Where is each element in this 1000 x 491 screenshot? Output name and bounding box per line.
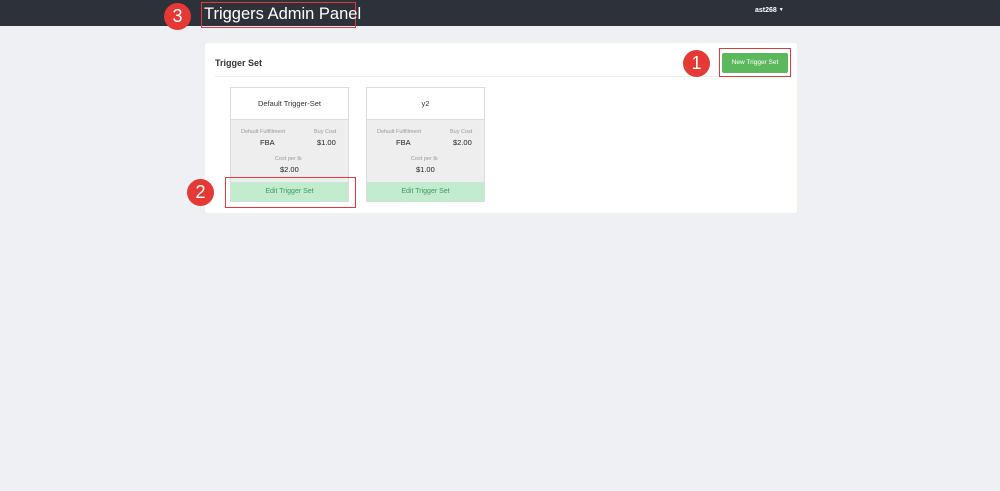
fulfillment-value: FBA (260, 138, 275, 147)
card-title: Default Trigger-Set (231, 88, 348, 120)
cost-per-lb-value: $1.00 (416, 165, 435, 174)
app-title[interactable]: Triggers Admin Panel (201, 2, 361, 28)
trigger-set-card: y2 Default Fulfillment FBA Buy Cost $2.0… (366, 87, 485, 202)
buy-cost-label: Buy Cost (314, 129, 337, 135)
edit-button-highlight (225, 177, 356, 208)
edit-trigger-set-button[interactable]: Edit Trigger Set (367, 182, 484, 202)
user-name: ast268 (755, 7, 777, 14)
cost-per-lb-label: Cost per lb (411, 156, 438, 162)
panel-title: Trigger Set (215, 58, 263, 68)
fulfillment-label: Default Fulfillment (241, 129, 286, 135)
buy-cost-value: $2.00 (453, 138, 472, 147)
card-details: Default Fulfillment FBA Buy Cost $1.00 C… (231, 120, 348, 182)
annotation-badge-2: 2 (187, 179, 214, 206)
fulfillment-label: Default Fulfillment (377, 129, 422, 135)
fulfillment-value: FBA (396, 138, 411, 147)
card-details: Default Fulfillment FBA Buy Cost $2.00 C… (367, 120, 484, 182)
user-menu[interactable]: ast268 ▼ (755, 7, 784, 14)
cost-per-lb-label: Cost per lb (275, 156, 302, 162)
panel-divider (215, 76, 789, 77)
cost-per-lb-value: $2.00 (280, 165, 299, 174)
caret-down-icon: ▼ (778, 7, 784, 13)
new-trigger-set-button[interactable]: New Trigger Set (722, 53, 788, 73)
top-navbar (0, 0, 1000, 26)
annotation-badge-1: 1 (683, 50, 710, 77)
annotation-badge-3: 3 (164, 3, 191, 30)
card-title: y2 (367, 88, 484, 120)
buy-cost-value: $1.00 (317, 138, 336, 147)
buy-cost-label: Buy Cost (450, 129, 473, 135)
